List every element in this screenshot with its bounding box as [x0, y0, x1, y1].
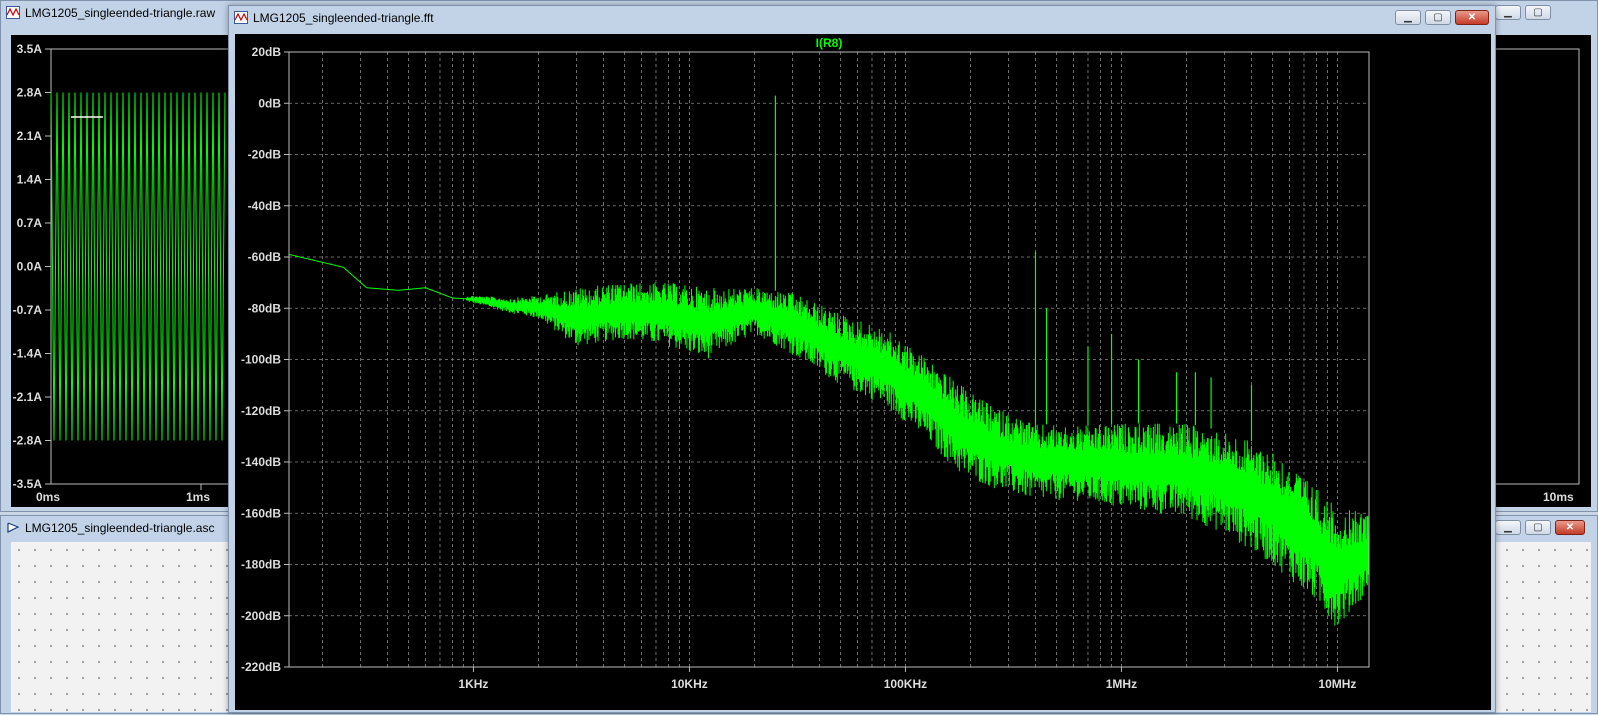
raw-y-tick-9: -2.8A [13, 434, 43, 448]
fft-y-tick-10: -180dB [241, 558, 281, 572]
fft-x-tick-1: 10KHz [671, 677, 708, 691]
fft-y-tick-0: 20dB [252, 45, 282, 59]
waveform-app-icon [6, 6, 20, 19]
fft-x-tick-3: 1MHz [1106, 677, 1137, 691]
asc-close-button[interactable]: ✕ [1555, 520, 1585, 535]
raw-y-tick-2: 2.1A [17, 129, 43, 143]
fft-y-tick-9: -160dB [241, 506, 281, 520]
raw-x-tick-1: 1ms [186, 490, 210, 504]
raw-y-tick-8: -2.1A [13, 390, 43, 404]
fft-y-tick-6: -100dB [241, 353, 281, 367]
asc-window-title: LMG1205_singleended-triangle.asc [25, 521, 215, 535]
fft-y-tick-2: -20dB [248, 148, 282, 162]
raw-x-tick-2: 10ms [1543, 490, 1574, 504]
fft-plot-area[interactable]: 20dB 0dB -20dB -40dB -60dB -80dB -100dB -120dB -… [235, 34, 1491, 710]
fft-window-titlebar[interactable]: LMG1205_singleended-triangle.fft ▁ ▢ ✕ [229, 6, 1495, 30]
fft-y-tick-12: -220dB [241, 660, 281, 674]
raw-y-tick-5: 0.0A [17, 260, 43, 274]
raw-waveform-trace [50, 92, 226, 441]
fft-y-tick-4: -60dB [248, 250, 282, 264]
asc-minimize-button[interactable]: ▁ [1495, 520, 1521, 535]
raw-y-tick-10: -3.5A [13, 477, 43, 491]
asc-maximize-button[interactable]: ▢ [1525, 520, 1551, 535]
fft-x-tick-4: 10MHz [1318, 677, 1356, 691]
fft-y-tick-3: -40dB [248, 199, 282, 213]
fft-y-tick-11: -200dB [241, 609, 281, 623]
raw-y-tick-0: 3.5A [17, 42, 43, 56]
raw-minimize-button[interactable]: ▁ [1495, 5, 1521, 20]
raw-y-tick-3: 1.4A [17, 173, 43, 187]
fft-window-title: LMG1205_singleended-triangle.fft [253, 11, 434, 25]
fft-trace-label[interactable]: I(R8) [816, 36, 843, 50]
raw-y-tick-7: -1.4A [13, 347, 43, 361]
fft-y-tick-5: -80dB [248, 301, 282, 315]
raw-y-tick-1: 2.8A [17, 86, 43, 100]
waveform-app-icon [234, 11, 248, 24]
raw-window-title: LMG1205_singleended-triangle.raw [25, 6, 216, 20]
schematic-app-icon [7, 522, 20, 533]
fft-close-button[interactable]: ✕ [1455, 10, 1489, 25]
fft-trace-line[interactable] [288, 253, 1370, 626]
fft-y-tick-8: -140dB [241, 455, 281, 469]
raw-y-tick-4: 0.7A [17, 216, 43, 230]
fft-y-tick-1: 0dB [258, 96, 281, 110]
fft-x-tick-2: 100KHz [884, 677, 927, 691]
fft-maximize-button[interactable]: ▢ [1425, 10, 1451, 25]
raw-maximize-button[interactable]: ▢ [1525, 5, 1551, 20]
fft-x-tick-0: 1KHz [458, 677, 488, 691]
fft-trace-group [288, 95, 1370, 626]
raw-y-tick-6: -0.7A [13, 303, 43, 317]
fft-minimize-button[interactable]: ▁ [1395, 10, 1421, 25]
raw-x-tick-0: 0ms [36, 490, 60, 504]
fft-y-tick-7: -120dB [241, 404, 281, 418]
fft-window[interactable]: LMG1205_singleended-triangle.fft ▁ ▢ ✕ 2… [228, 5, 1496, 713]
raw-trace-line[interactable] [50, 92, 226, 441]
fft-chart: 20dB 0dB -20dB -40dB -60dB -80dB -100dB -120dB -… [241, 36, 1370, 691]
